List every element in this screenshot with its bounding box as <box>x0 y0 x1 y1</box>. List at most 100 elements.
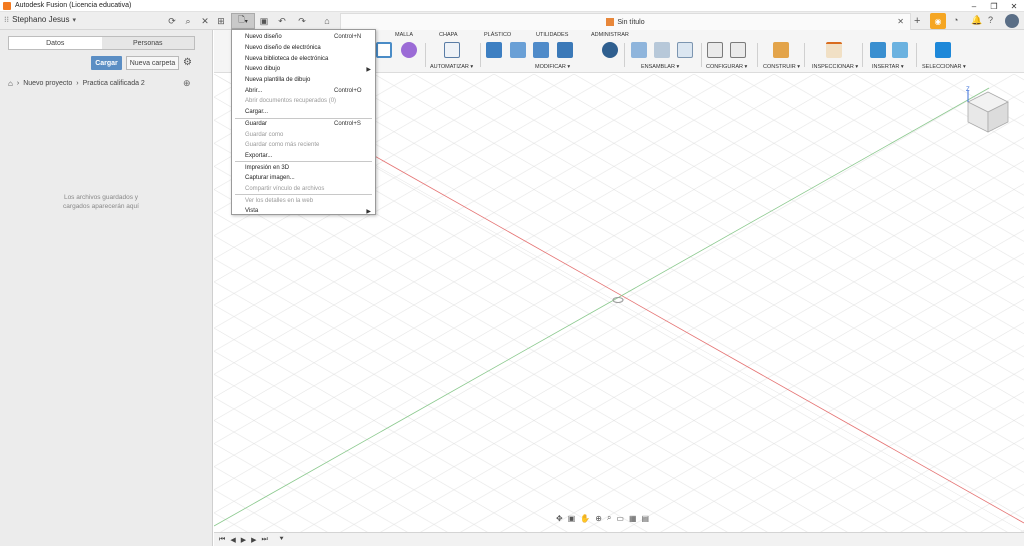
new-tab-icon[interactable]: + <box>914 15 920 27</box>
menu-3d-print[interactable]: Impresión en 3D <box>232 162 375 173</box>
chevron-right-icon: › <box>16 80 20 87</box>
upload-button[interactable]: Cargar <box>91 56 122 70</box>
sketch-icon[interactable] <box>376 42 392 58</box>
orbit-icon[interactable]: ✥ <box>556 514 563 523</box>
app-grid-icon[interactable]: ⊞ <box>215 15 227 27</box>
fillet-icon[interactable] <box>510 42 526 58</box>
toolbar-divider <box>425 43 426 67</box>
chevron-right-icon: › <box>76 80 79 87</box>
viewports-icon[interactable]: ▤ <box>642 514 650 523</box>
data-panel-tabs: Datos Personas <box>8 36 195 50</box>
move-icon[interactable] <box>602 42 618 58</box>
toolbar-divider <box>480 43 481 67</box>
measure-icon[interactable] <box>826 42 842 58</box>
group-insert[interactable]: INSERTAR ▾ <box>872 64 904 70</box>
restore-button[interactable]: ❐ <box>984 0 1004 12</box>
minimize-button[interactable]: – <box>964 0 984 12</box>
close-panel-icon[interactable]: ✕ <box>199 15 211 27</box>
timeline-marker-icon[interactable]: ⯆ <box>279 536 285 544</box>
menu-new-electronics-library[interactable]: Nueva biblioteca de electrónica <box>232 53 375 64</box>
globe-icon[interactable]: ⊕ <box>183 78 191 89</box>
construct-plane-icon[interactable] <box>773 42 789 58</box>
tab-data[interactable]: Datos <box>9 37 102 49</box>
refresh-icon[interactable]: ⟳ <box>166 15 178 27</box>
document-cube-icon <box>606 18 615 26</box>
file-menu-button[interactable]: 🗋 ▾ <box>231 13 255 29</box>
document-tab[interactable]: Sin título ✕ <box>340 13 911 30</box>
extensions-icon[interactable]: ◉ <box>930 13 946 29</box>
parameters-icon[interactable] <box>707 42 723 58</box>
save-icon[interactable]: ▣ <box>258 15 270 27</box>
menu-view[interactable]: Vista ▶ <box>232 206 375 217</box>
configure-table-icon[interactable] <box>730 42 746 58</box>
fusion-logo-icon <box>3 1 11 10</box>
job-status-icon[interactable]: ◔ <box>953 15 958 25</box>
tab-manage[interactable]: ADMINISTRAR <box>591 32 629 38</box>
menu-new-design[interactable]: Nuevo diseño Control+N <box>232 32 375 43</box>
home-icon[interactable]: ⌂ <box>8 79 13 88</box>
fit-icon[interactable]: ⌕ <box>607 513 611 523</box>
bom-icon[interactable] <box>677 42 693 58</box>
form-icon[interactable] <box>401 42 417 58</box>
new-folder-button[interactable]: Nueva carpeta <box>126 56 179 70</box>
close-window-button[interactable]: ✕ <box>1004 0 1024 12</box>
tab-people[interactable]: Personas <box>102 37 195 49</box>
tab-utilities[interactable]: UTILIDADES <box>536 32 568 38</box>
toolbar-divider <box>701 43 702 67</box>
group-configure[interactable]: CONFIGURAR ▾ <box>706 64 747 70</box>
help-icon[interactable]: ? <box>988 15 993 25</box>
grid-settings-icon[interactable]: ▦ <box>629 514 637 523</box>
menu-export[interactable]: Exportar... <box>232 151 375 162</box>
tab-sheet-metal[interactable]: CHAPA <box>439 32 458 38</box>
group-inspect[interactable]: INSPECCIONAR ▾ <box>812 64 858 70</box>
go-to-start-icon[interactable]: ⏮ <box>219 536 225 544</box>
menu-new-drawing[interactable]: Nuevo dibujo ▶ <box>232 64 375 75</box>
group-automate[interactable]: AUTOMATIZAR ▾ <box>430 64 473 70</box>
display-settings-icon[interactable]: ▭ <box>616 514 624 523</box>
group-modify[interactable]: MODIFICAR ▾ <box>535 64 570 70</box>
pan-icon[interactable]: ✋ <box>580 514 590 523</box>
submenu-arrow-icon: ▶ <box>366 208 371 215</box>
tab-plastic[interactable]: PLÁSTICO <box>484 32 511 38</box>
zoom-icon[interactable]: ⊕ <box>595 514 602 523</box>
group-assemble[interactable]: ENSAMBLAR ▾ <box>641 64 679 70</box>
gear-icon[interactable]: ⚙ <box>183 57 192 68</box>
look-at-icon[interactable]: ▣ <box>568 514 576 523</box>
automate-icon[interactable] <box>444 42 460 58</box>
toolbar-divider <box>624 43 625 67</box>
play-icon[interactable]: ▶ <box>241 536 246 544</box>
home-icon[interactable]: ⌂ <box>321 15 333 27</box>
insert-plus-icon[interactable] <box>870 42 886 58</box>
tab-mesh[interactable]: MALLA <box>395 32 413 38</box>
group-construct[interactable]: CONSTRUIR ▾ <box>763 64 800 70</box>
menu-save-as-latest: Guardar como más reciente <box>245 142 320 149</box>
notifications-icon[interactable]: 🔔 <box>971 15 982 26</box>
group-select[interactable]: SELECCIONAR ▾ <box>922 64 966 70</box>
joint-icon[interactable] <box>654 42 670 58</box>
menu-open[interactable]: Abrir... Control+O <box>232 85 375 96</box>
undo-icon[interactable]: ↶ <box>276 15 288 27</box>
menu-save[interactable]: Guardar Control+S <box>232 119 375 130</box>
avatar[interactable] <box>1005 14 1019 28</box>
new-component-icon[interactable] <box>631 42 647 58</box>
insert-image-icon[interactable] <box>892 42 908 58</box>
shell-icon[interactable] <box>533 42 549 58</box>
combine-icon[interactable] <box>557 42 573 58</box>
menu-upload[interactable]: Cargar... <box>232 107 375 118</box>
menu-new-drawing-template[interactable]: Nueva plantilla de dibujo <box>232 75 375 86</box>
close-tab-icon[interactable]: ✕ <box>897 17 904 26</box>
step-back-icon[interactable]: ◀ <box>230 536 235 544</box>
breadcrumb-folder[interactable]: Practica calificada 2 <box>83 80 145 87</box>
go-to-end-icon[interactable]: ⏭ <box>261 536 267 544</box>
data-panel: Datos Personas Cargar Nueva carpeta ⚙ ⌂ … <box>0 30 213 546</box>
menu-capture-image[interactable]: Capturar imagen... <box>232 173 375 184</box>
redo-icon[interactable]: ↷ <box>296 15 308 27</box>
breadcrumb-project[interactable]: Nuevo proyecto <box>23 80 72 87</box>
step-forward-icon[interactable]: ▶ <box>251 536 256 544</box>
press-pull-icon[interactable] <box>486 42 502 58</box>
viewcube[interactable]: Z <box>964 86 1012 134</box>
search-icon[interactable]: ⌕ <box>182 15 194 27</box>
select-cursor-icon[interactable] <box>935 42 951 58</box>
team-selector[interactable]: ⁝⁝ Stephano Jesus ▾ <box>4 15 76 24</box>
menu-new-electronics-design[interactable]: Nuevo diseño de electrónica <box>232 43 375 54</box>
